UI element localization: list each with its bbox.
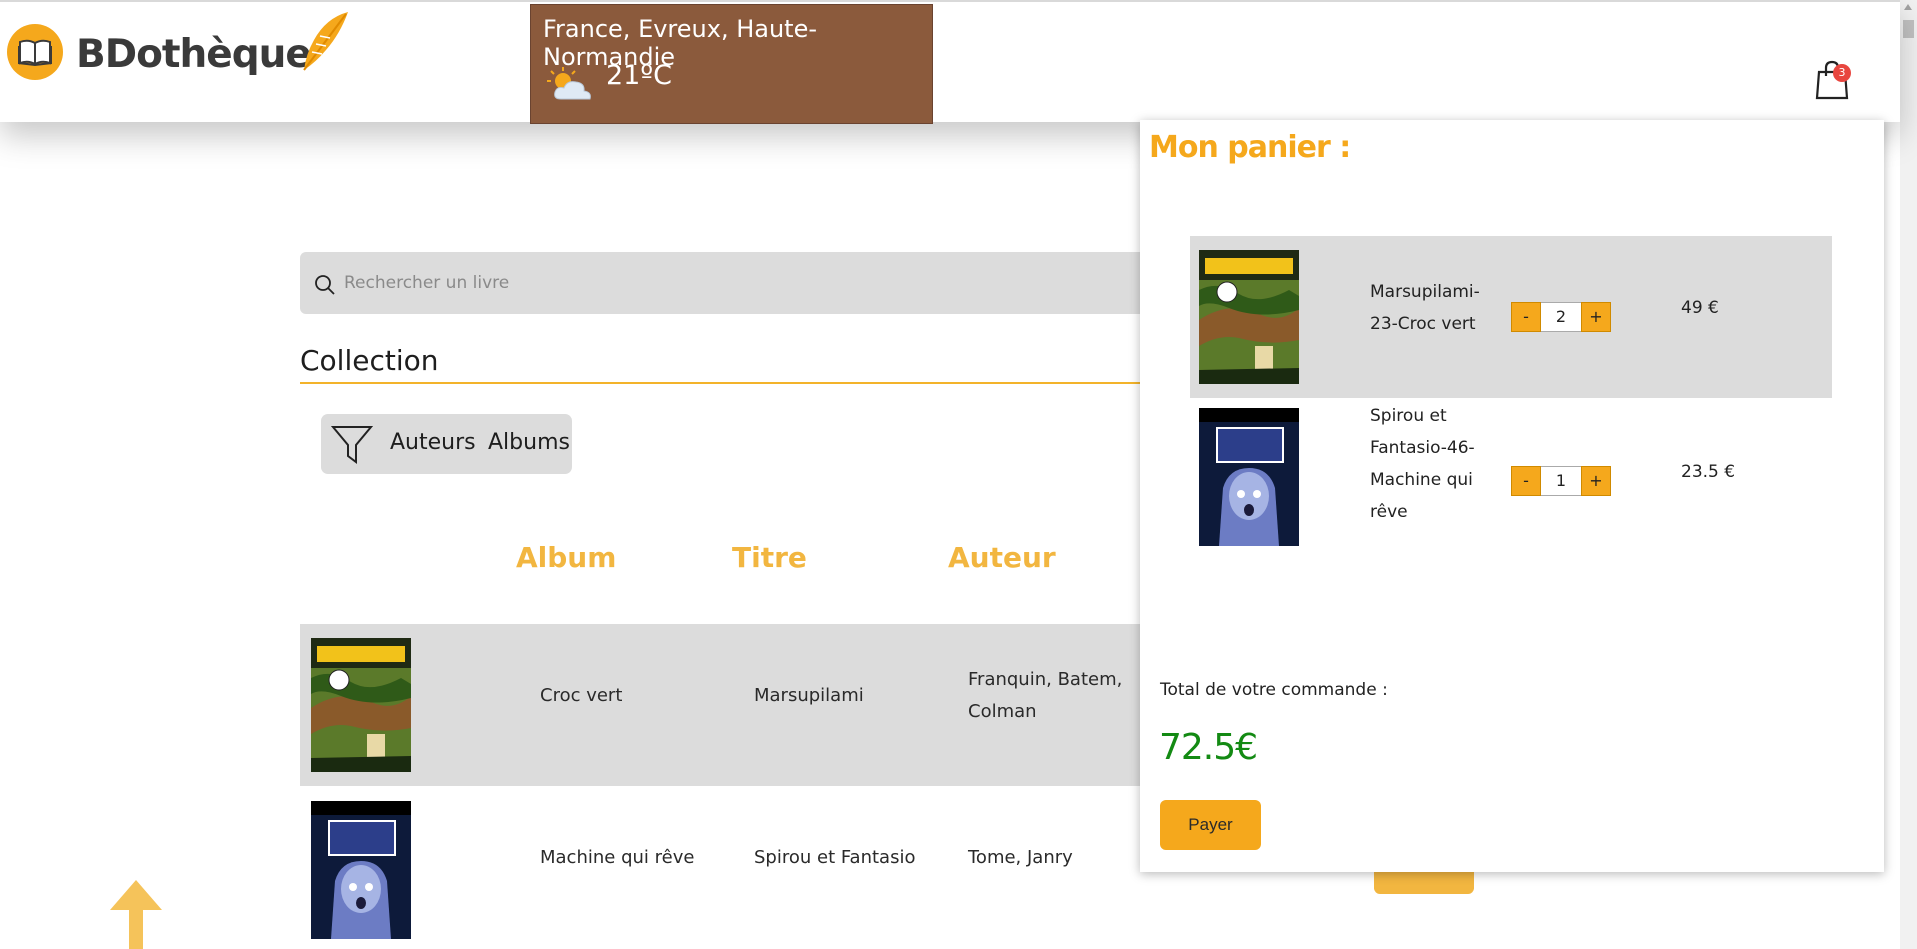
filter-icon[interactable] <box>330 424 374 470</box>
cart-panel-title: Mon panier : <box>1149 130 1351 165</box>
row-author: Franquin, Batem, Colman <box>968 669 1123 722</box>
increase-quantity-button[interactable]: + <box>1581 302 1611 332</box>
order-total-value: 72.5€ <box>1159 727 1258 768</box>
cart-panel: Mon panier : Marsupilami-23-Croc vert - … <box>1140 120 1884 872</box>
column-header-title: Titre <box>732 541 807 574</box>
sun-cloud-icon <box>547 67 593 107</box>
increase-quantity-button[interactable]: + <box>1581 466 1611 496</box>
scroll-thumb[interactable] <box>1903 20 1914 38</box>
weather-widget: France, Evreux, Haute-Normandie 21ºC <box>530 4 933 124</box>
page-scrollbar[interactable] <box>1900 0 1917 949</box>
album-cover <box>311 801 411 943</box>
row-title: Spirou et Fantasio <box>754 847 916 868</box>
search-input[interactable] <box>344 266 1144 300</box>
filter-albums[interactable]: Albums <box>488 430 570 455</box>
cart-item: Spirou et Fantasio-46-Machine qui rêve -… <box>1190 398 1832 560</box>
cart-item: Marsupilami-23-Croc vert - 2 + 49 € <box>1190 236 1832 398</box>
cart-item-name: Spirou et Fantasio-46-Machine qui rêve <box>1370 406 1475 522</box>
album-cover <box>311 638 411 776</box>
cart-item-cover <box>1199 250 1299 388</box>
scroll-to-top-icon[interactable] <box>110 880 162 949</box>
feather-icon <box>296 10 352 80</box>
order-total-label: Total de votre commande : <box>1160 680 1388 700</box>
decrease-quantity-button[interactable]: - <box>1511 466 1541 496</box>
row-album: Machine qui rêve <box>540 847 695 868</box>
filter-authors[interactable]: Auteurs <box>390 430 476 455</box>
cart-item-name: Marsupilami-23-Croc vert <box>1370 282 1480 334</box>
cart-item-price: 49 € <box>1681 298 1719 318</box>
quantity-value[interactable]: 1 <box>1541 466 1581 496</box>
search-icon <box>314 274 336 300</box>
quantity-stepper: - 2 + <box>1511 302 1611 332</box>
filter-bar: Auteurs Albums <box>321 414 572 474</box>
row-album: Croc vert <box>540 685 623 706</box>
row-author: Tome, Janry <box>968 847 1073 868</box>
quantity-stepper: - 1 + <box>1511 466 1611 496</box>
cart-item-price: 23.5 € <box>1681 462 1736 482</box>
column-header-album: Album <box>516 541 617 574</box>
scroll-up-icon[interactable] <box>1904 4 1912 10</box>
site-title[interactable]: BDothèque <box>76 32 312 77</box>
quantity-value[interactable]: 2 <box>1541 302 1581 332</box>
top-header: BDothèque France, Evreux, Haute-Normandi… <box>0 0 1900 124</box>
cart-count-badge: 3 <box>1833 64 1851 82</box>
pay-button[interactable]: Payer <box>1160 800 1261 850</box>
row-title: Marsupilami <box>754 685 864 706</box>
column-header-author: Auteur <box>948 541 1056 574</box>
book-logo-icon[interactable] <box>7 24 63 80</box>
cart-item-cover <box>1199 408 1299 550</box>
weather-location: France, Evreux, Haute-Normandie <box>543 15 818 71</box>
weather-temperature: 21ºC <box>606 60 672 91</box>
decrease-quantity-button[interactable]: - <box>1511 302 1541 332</box>
collection-title: Collection <box>300 344 439 377</box>
